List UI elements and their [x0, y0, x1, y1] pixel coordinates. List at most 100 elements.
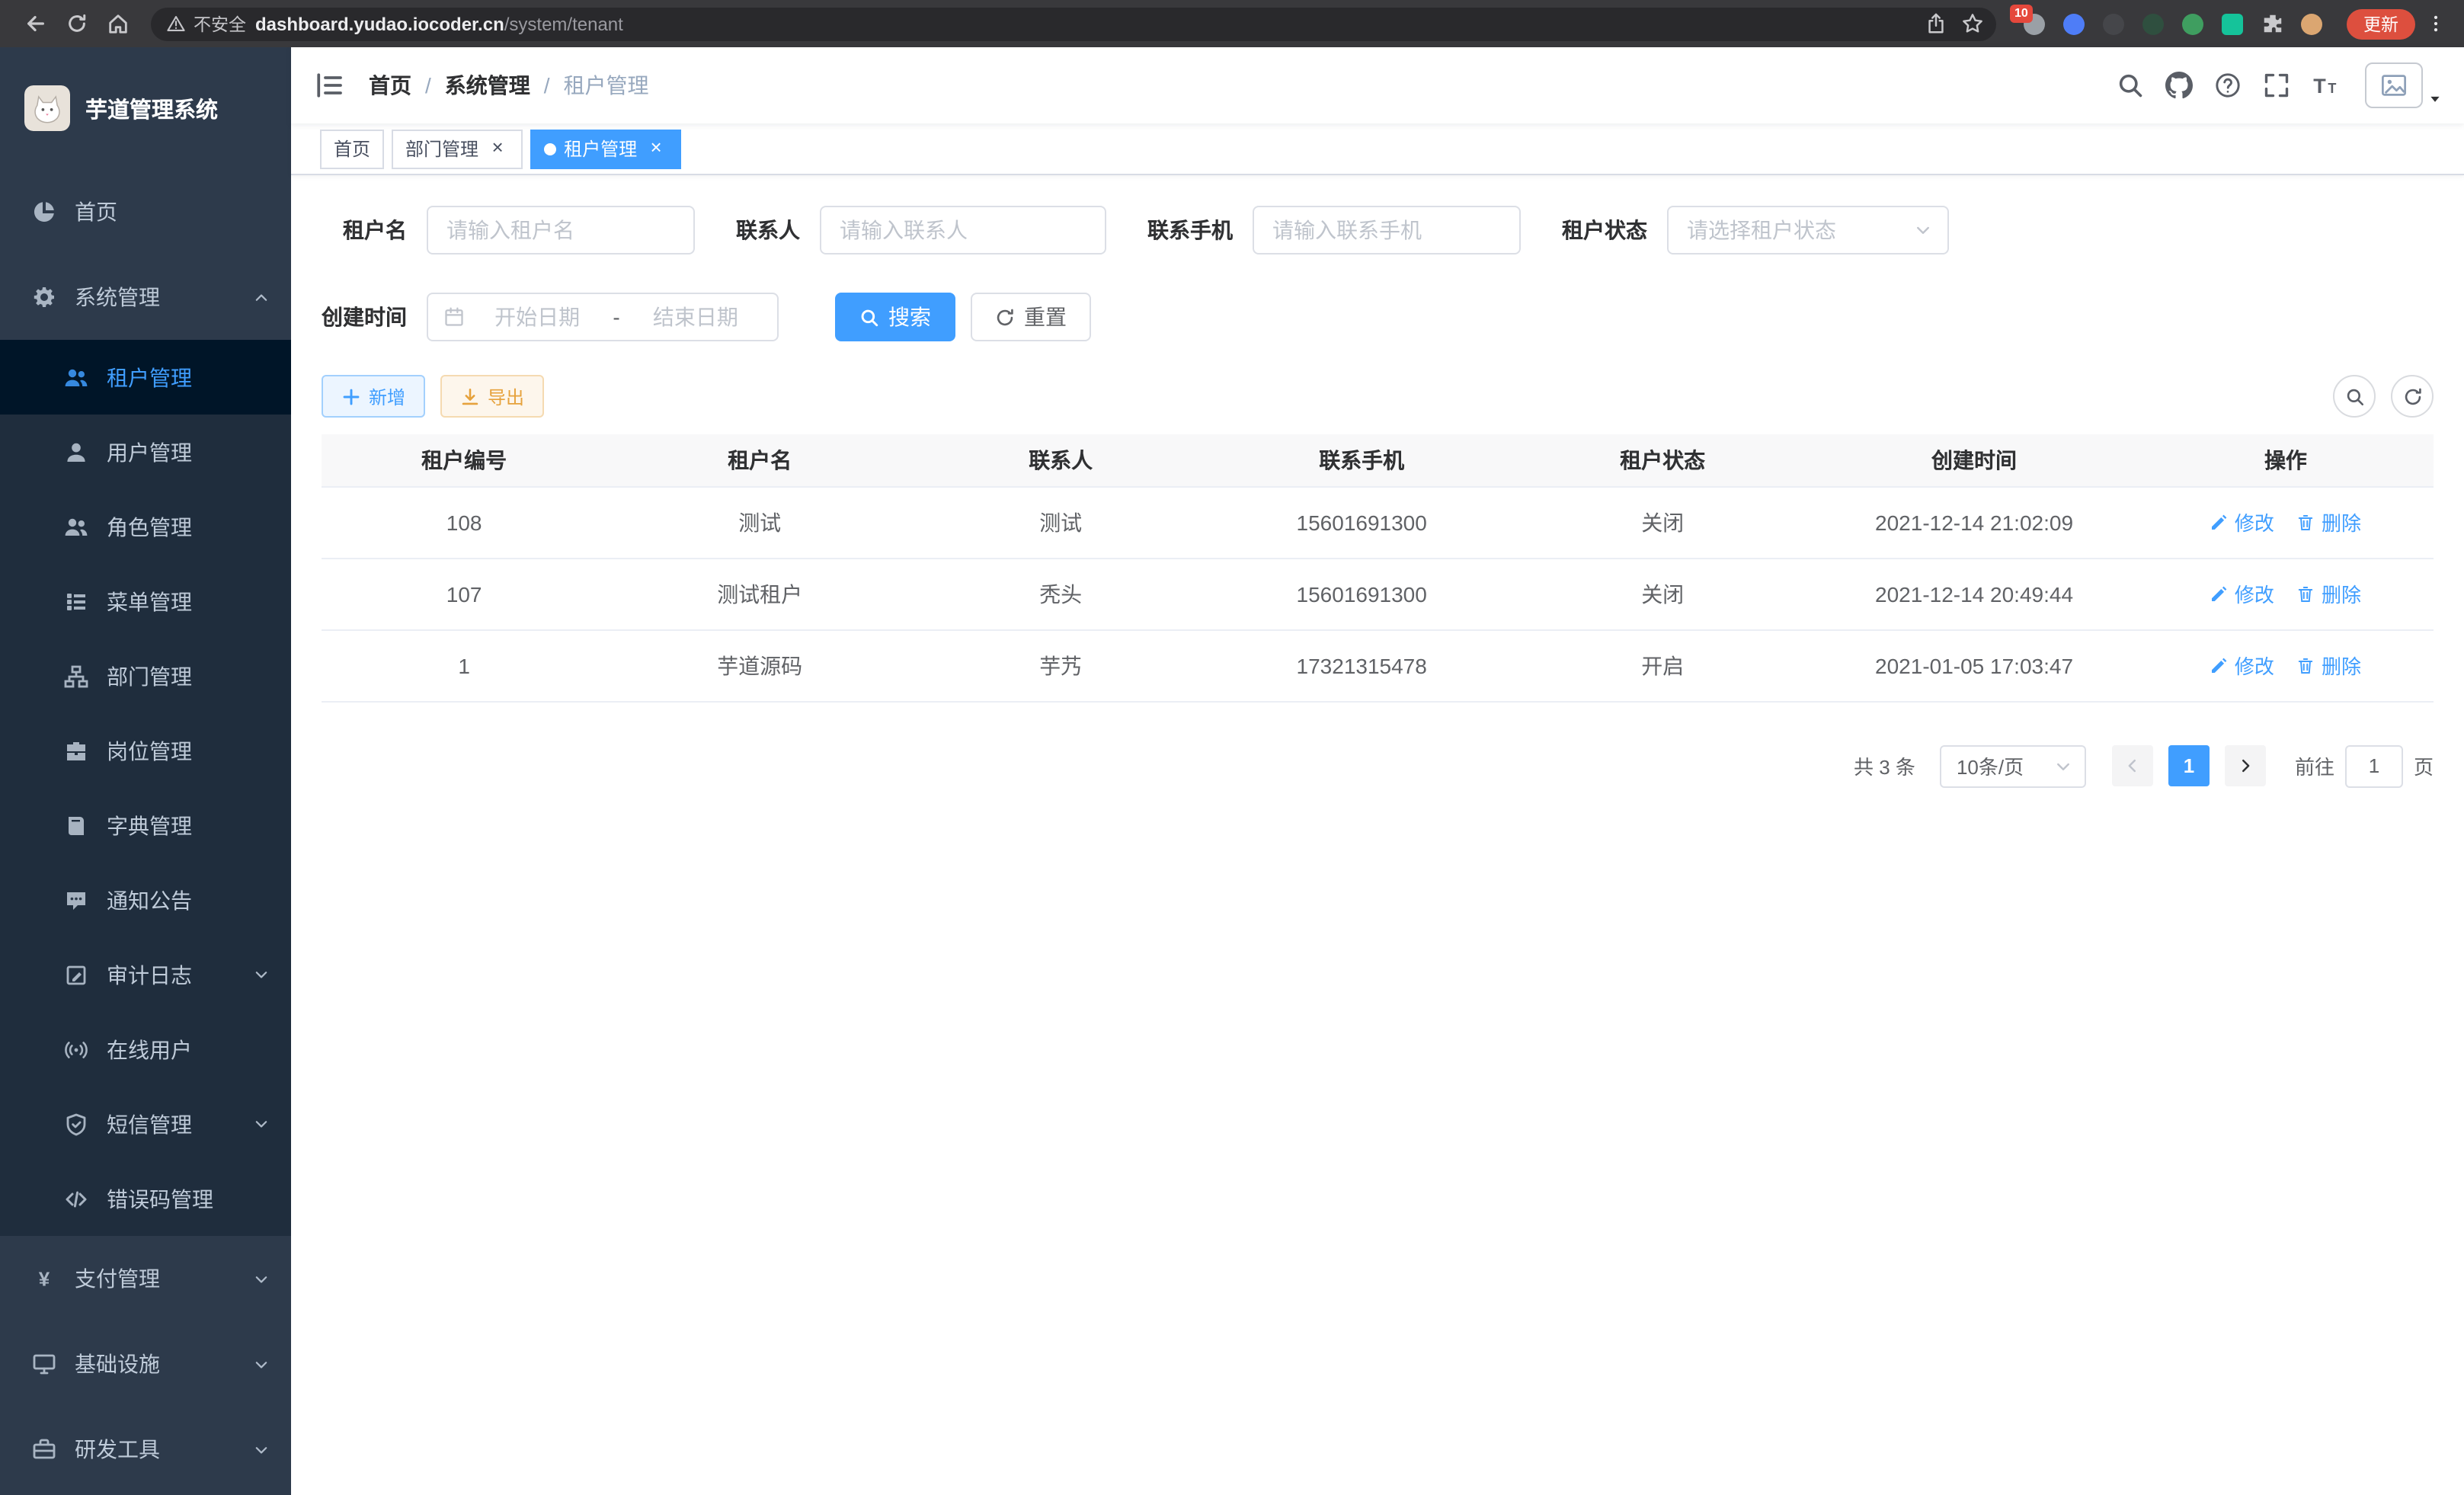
user-menu[interactable]	[2365, 62, 2443, 108]
sidebar-item-system[interactable]: 系统管理	[0, 255, 291, 340]
extension-icon-5[interactable]	[2179, 10, 2206, 37]
page-number-1[interactable]: 1	[2168, 745, 2210, 786]
tab-dept[interactable]: 部门管理×	[392, 129, 523, 168]
sidebar-item-pay[interactable]: ¥ 支付管理	[0, 1236, 291, 1321]
contact-input[interactable]	[820, 206, 1106, 255]
add-button[interactable]: 新增	[322, 375, 425, 418]
chevron-down-icon	[253, 966, 270, 983]
extension-icon-4[interactable]	[2139, 10, 2167, 37]
sidebar-item-menu[interactable]: 菜单管理	[0, 564, 291, 639]
reset-button[interactable]: 重置	[971, 293, 1091, 341]
profile-avatar[interactable]	[2298, 10, 2325, 37]
cell-operations: 修改 删除	[2138, 486, 2434, 558]
create-time-label: 创建时间	[322, 302, 407, 332]
star-icon[interactable]	[1954, 5, 1990, 42]
sidebar-toggle-icon[interactable]	[314, 70, 344, 101]
search-button[interactable]: 搜索	[835, 293, 955, 341]
edit-link[interactable]: 修改	[2210, 651, 2274, 680]
font-size-icon[interactable]: TT	[2304, 64, 2347, 107]
operations: 修改 删除	[2210, 507, 2361, 536]
sidebar-item-label: 首页	[75, 197, 270, 227]
sidebar-item-dict[interactable]: 字典管理	[0, 788, 291, 863]
breadcrumb-item[interactable]: 系统管理	[445, 70, 530, 101]
back-icon[interactable]	[15, 3, 56, 44]
export-button[interactable]: 导出	[440, 375, 544, 418]
sidebar-item-sms[interactable]: 短信管理	[0, 1087, 291, 1161]
sidebar-item-audit[interactable]: 审计日志	[0, 937, 291, 1012]
sidebar-item-tenant[interactable]: 租户管理	[0, 340, 291, 415]
user-avatar[interactable]	[2365, 62, 2423, 108]
browser-menu-icon[interactable]	[2421, 7, 2449, 40]
help-icon[interactable]	[2206, 64, 2249, 107]
sidebar-item-notice[interactable]: 通知公告	[0, 863, 291, 937]
delete-label: 删除	[2322, 651, 2361, 680]
sidebar-item-errcode[interactable]: 错误码管理	[0, 1161, 291, 1236]
edit-icon	[2210, 584, 2229, 603]
security-chip[interactable]: 不安全	[166, 11, 246, 36]
url-domain: dashboard.yudao.iocoder.cn	[255, 13, 504, 34]
goto-page-input[interactable]	[2345, 744, 2403, 787]
update-label: 更新	[2363, 11, 2398, 36]
reset-label: 重置	[1024, 302, 1067, 332]
users-icon	[64, 365, 88, 389]
tenant-table: 租户编号租户名联系人联系手机租户状态创建时间操作 108测试测试15601691…	[322, 434, 2434, 702]
sidebar-item-label: 租户管理	[107, 362, 270, 392]
puzzle-icon[interactable]	[2258, 10, 2286, 37]
sidebar-item-label: 字典管理	[107, 810, 270, 840]
sidebar-item-online[interactable]: 在线用户	[0, 1012, 291, 1087]
delete-link[interactable]: 删除	[2297, 507, 2361, 536]
extension-icon-2[interactable]	[2060, 10, 2088, 37]
sidebar-item-devtool[interactable]: 研发工具	[0, 1407, 291, 1492]
page-size-value: 10条/页	[1957, 751, 2024, 780]
yen-icon: ¥	[32, 1266, 56, 1291]
delete-label: 删除	[2322, 507, 2361, 536]
search-icon[interactable]	[2109, 64, 2152, 107]
fullscreen-icon[interactable]	[2255, 64, 2298, 107]
refresh-table-button[interactable]	[2391, 375, 2434, 418]
create-time-range-picker[interactable]: 开始日期 - 结束日期	[427, 293, 779, 341]
toggle-search-button[interactable]	[2333, 375, 2376, 418]
tab-close-icon[interactable]: ×	[486, 137, 509, 160]
tab-home[interactable]: 首页	[320, 129, 384, 168]
extension-icon-1[interactable]: 10	[2021, 10, 2048, 37]
shield-icon	[64, 1112, 88, 1136]
prev-page-button[interactable]	[2112, 745, 2153, 786]
tenant-name-input[interactable]	[427, 206, 695, 255]
extension-icon-3[interactable]	[2100, 10, 2127, 37]
toolbox-icon	[32, 1437, 56, 1461]
sidebar-item-infra[interactable]: 基础设施	[0, 1321, 291, 1407]
sidebar-item-user[interactable]: 用户管理	[0, 415, 291, 489]
edit-label: 修改	[2235, 651, 2274, 680]
caret-down-icon[interactable]	[2427, 91, 2443, 107]
tenant-status-select[interactable]: 请选择租户状态	[1667, 206, 1949, 255]
app-logo[interactable]: 芋道管理系统	[0, 47, 291, 169]
sidebar-item-home[interactable]: 首页	[0, 169, 291, 255]
extension-icon-6[interactable]	[2219, 10, 2246, 37]
delete-link[interactable]: 删除	[2297, 579, 2361, 608]
export-label: 导出	[488, 383, 524, 409]
github-icon[interactable]	[2158, 64, 2200, 107]
delete-label: 删除	[2322, 579, 2361, 608]
breadcrumb-separator: /	[425, 73, 431, 98]
sidebar-item-post[interactable]: 岗位管理	[0, 713, 291, 788]
breadcrumb-item[interactable]: 首页	[369, 70, 411, 101]
browser-update-button[interactable]: 更新	[2347, 8, 2415, 39]
delete-icon	[2297, 656, 2315, 674]
sidebar-item-role[interactable]: 角色管理	[0, 489, 291, 564]
home-icon[interactable]	[98, 3, 139, 44]
mobile-input[interactable]	[1253, 206, 1521, 255]
sidebar-item-dept[interactable]: 部门管理	[0, 639, 291, 713]
page-size-select[interactable]: 10条/页	[1940, 744, 2086, 787]
extension-badge: 10	[2010, 4, 2033, 22]
tab-tenant[interactable]: 租户管理×	[530, 129, 681, 168]
share-icon[interactable]	[1917, 5, 1954, 42]
address-bar[interactable]: 不安全 dashboard.yudao.iocoder.cn/system/te…	[151, 7, 1996, 40]
reload-icon[interactable]	[56, 3, 98, 44]
next-page-button[interactable]	[2225, 745, 2266, 786]
table-body: 108测试测试15601691300关闭2021-12-14 21:02:09修…	[322, 486, 2434, 701]
sidebar-item-label: 支付管理	[75, 1263, 235, 1294]
edit-link[interactable]: 修改	[2210, 507, 2274, 536]
edit-link[interactable]: 修改	[2210, 579, 2274, 608]
tab-close-icon[interactable]: ×	[645, 137, 667, 160]
delete-link[interactable]: 删除	[2297, 651, 2361, 680]
